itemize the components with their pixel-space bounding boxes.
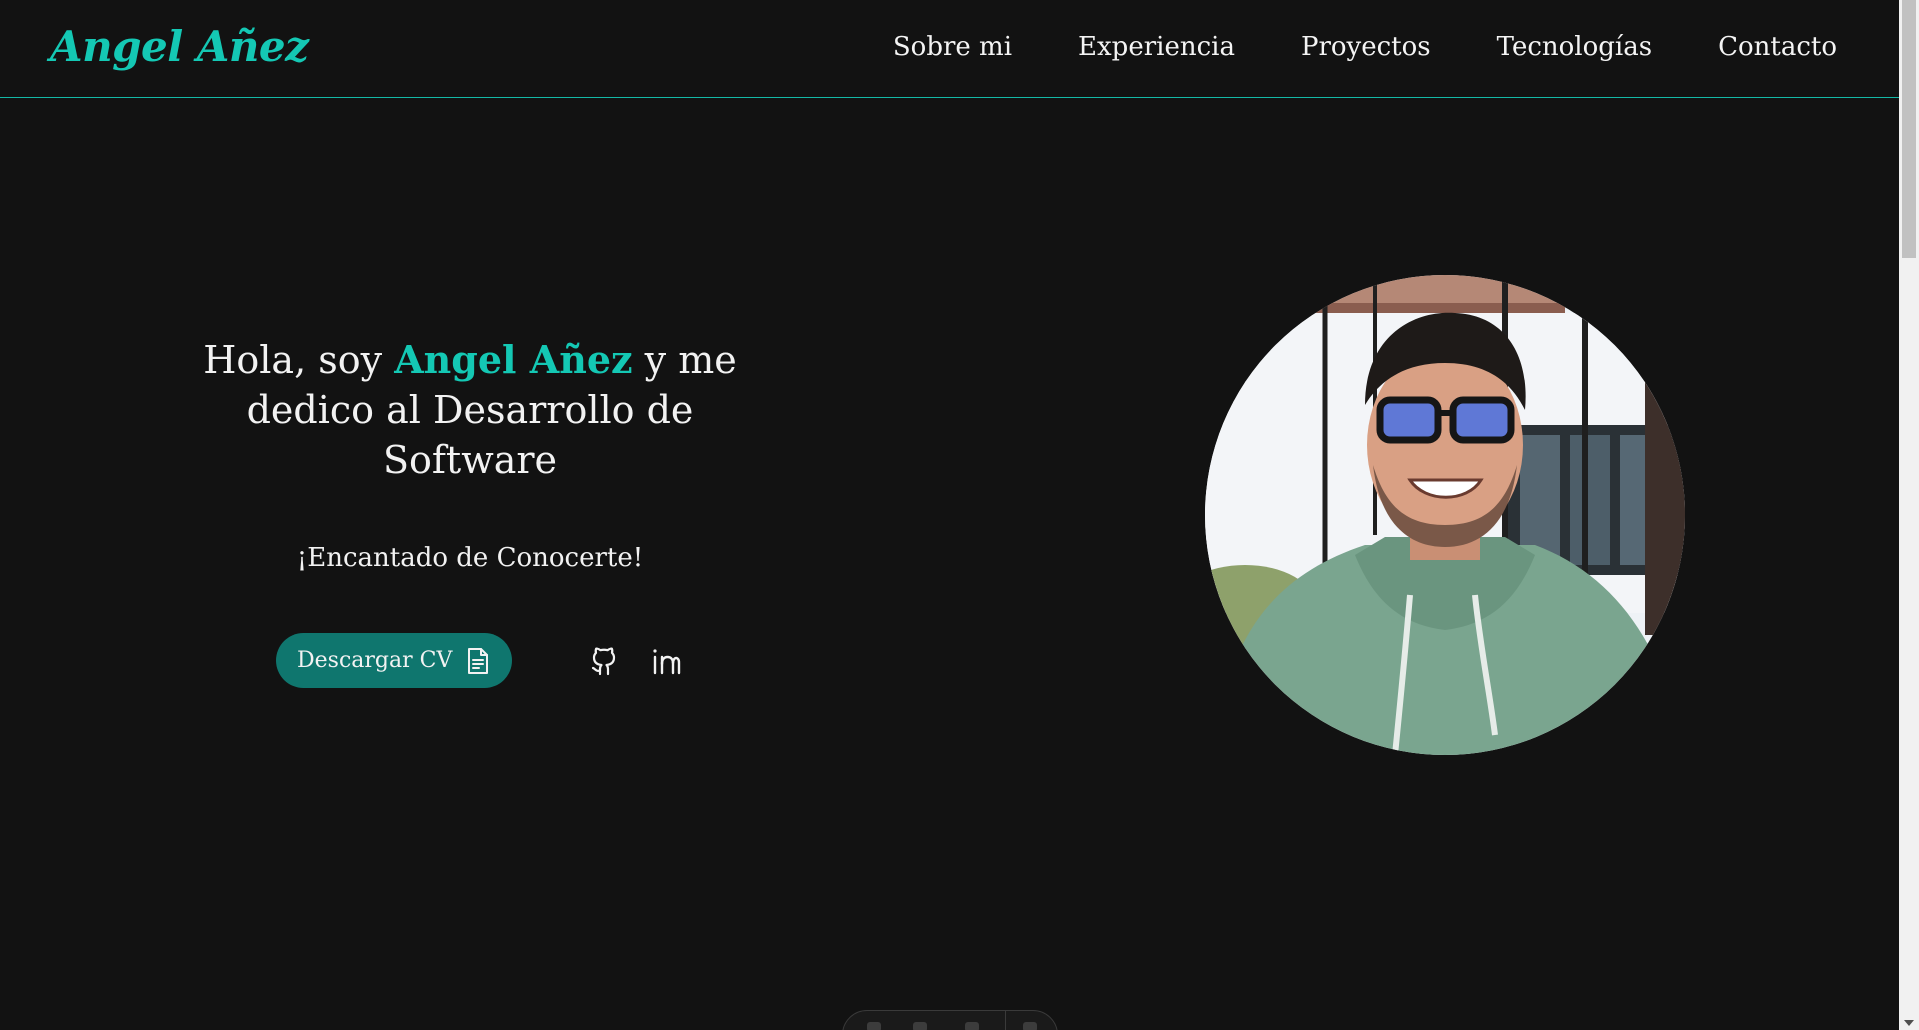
- linkedin-link[interactable]: [650, 645, 682, 677]
- toolbar-icon[interactable]: [1023, 1022, 1037, 1030]
- nav-item-proyectos[interactable]: Proyectos: [1301, 32, 1431, 62]
- nav-item-contacto[interactable]: Contacto: [1718, 32, 1837, 62]
- hero-title-prefix: Hola, soy: [203, 338, 395, 382]
- hero-title: Hola, soy Angel Añez y me dedico al Desa…: [170, 335, 770, 485]
- vertical-scrollbar[interactable]: [1899, 0, 1919, 1030]
- floating-toolbar[interactable]: [842, 1010, 1058, 1030]
- document-icon: [466, 647, 490, 675]
- toolbar-icon[interactable]: [965, 1022, 979, 1030]
- download-cv-button[interactable]: Descargar CV: [276, 633, 513, 688]
- toolbar-icon[interactable]: [913, 1022, 927, 1030]
- github-link[interactable]: [588, 645, 620, 677]
- main-nav: Sobre mi Experiencia Proyectos Tecnologí…: [893, 32, 1837, 62]
- toolbar-divider: [1005, 1011, 1006, 1030]
- scroll-down-arrow-icon[interactable]: [1904, 1020, 1914, 1026]
- nav-item-experiencia[interactable]: Experiencia: [1078, 32, 1235, 62]
- hero-subtitle: ¡Encantado de Conocerte!: [296, 543, 644, 573]
- hero-section: Hola, soy Angel Añez y me dedico al Desa…: [170, 335, 770, 573]
- nav-item-tecnologias[interactable]: Tecnologías: [1497, 32, 1652, 62]
- site-header: Angel Añez Sobre mi Experiencia Proyecto…: [0, 0, 1899, 98]
- profile-photo: [1205, 275, 1685, 755]
- hero-title-name: Angel Añez: [394, 337, 633, 382]
- social-links: [588, 645, 682, 677]
- scrollbar-thumb[interactable]: [1902, 0, 1916, 258]
- download-cv-label: Descargar CV: [297, 648, 453, 673]
- toolbar-icon[interactable]: [867, 1022, 881, 1030]
- linkedin-icon: [653, 648, 681, 674]
- nav-item-sobre-mi[interactable]: Sobre mi: [893, 32, 1012, 62]
- site-logo[interactable]: Angel Añez: [50, 22, 309, 71]
- hero-actions: Descargar CV: [276, 633, 682, 688]
- github-icon: [592, 646, 616, 675]
- portfolio-page: Angel Añez Sobre mi Experiencia Proyecto…: [0, 0, 1919, 1030]
